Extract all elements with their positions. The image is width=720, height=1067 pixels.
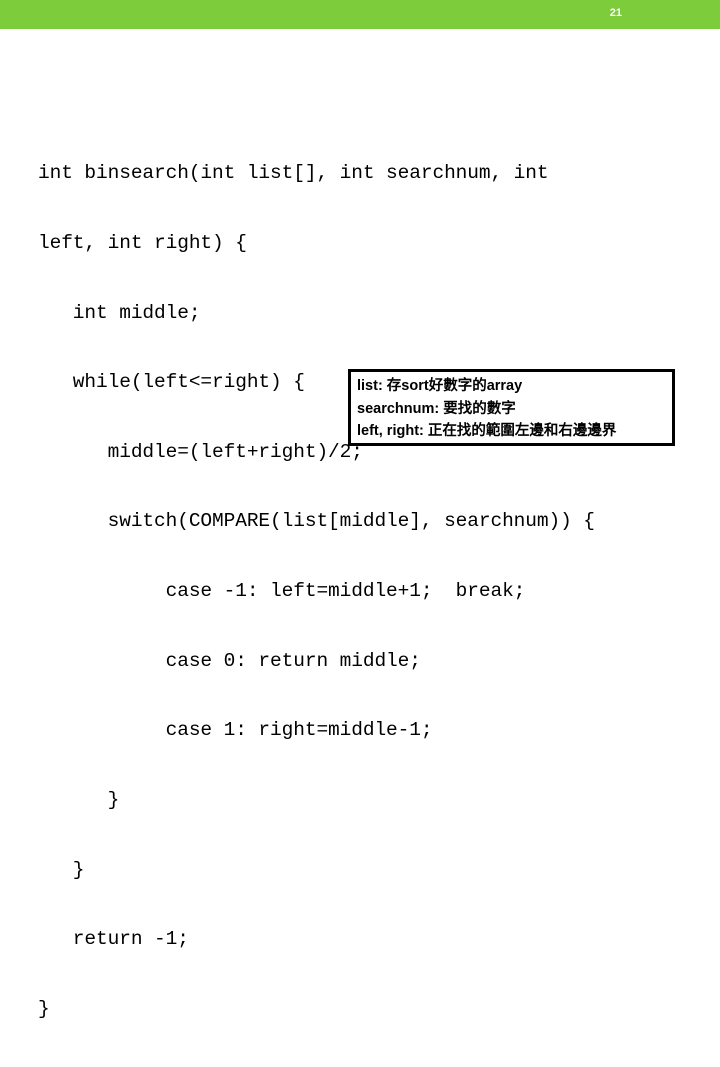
annotation-line: list: 存sort好數字的array [357, 378, 523, 394]
code-line: int binsearch(int list[], int searchnum,… [38, 162, 549, 185]
page-number: 21 [609, 7, 622, 19]
code-line: case 1: right=middle-1; [38, 719, 433, 742]
code-line: left, int right) { [38, 232, 247, 255]
code-line: } [38, 858, 85, 881]
code-line: int middle; [38, 301, 201, 324]
code-line: return -1; [38, 928, 189, 951]
annotation-line: left, right: 正在找的範圍左邊和右邊邊界 [357, 423, 617, 439]
code-line: switch(COMPARE(list[middle], searchnum))… [38, 510, 595, 533]
code-line: } [38, 997, 50, 1020]
slide-canvas: 21 int binsearch(int list[], int searchn… [0, 0, 720, 1020]
code-line: case 0: return middle; [38, 649, 421, 672]
annotation-line: searchnum: 要找的數字 [357, 400, 516, 417]
code-block: int binsearch(int list[], int searchnum,… [38, 116, 678, 1067]
code-line: } [38, 788, 120, 811]
header-banner: 21 [0, 0, 720, 29]
annotation-callout-box: list: 存sort好數字的array searchnum: 要找的數字 le… [348, 369, 675, 446]
code-line: case -1: left=middle+1; break; [38, 580, 526, 603]
